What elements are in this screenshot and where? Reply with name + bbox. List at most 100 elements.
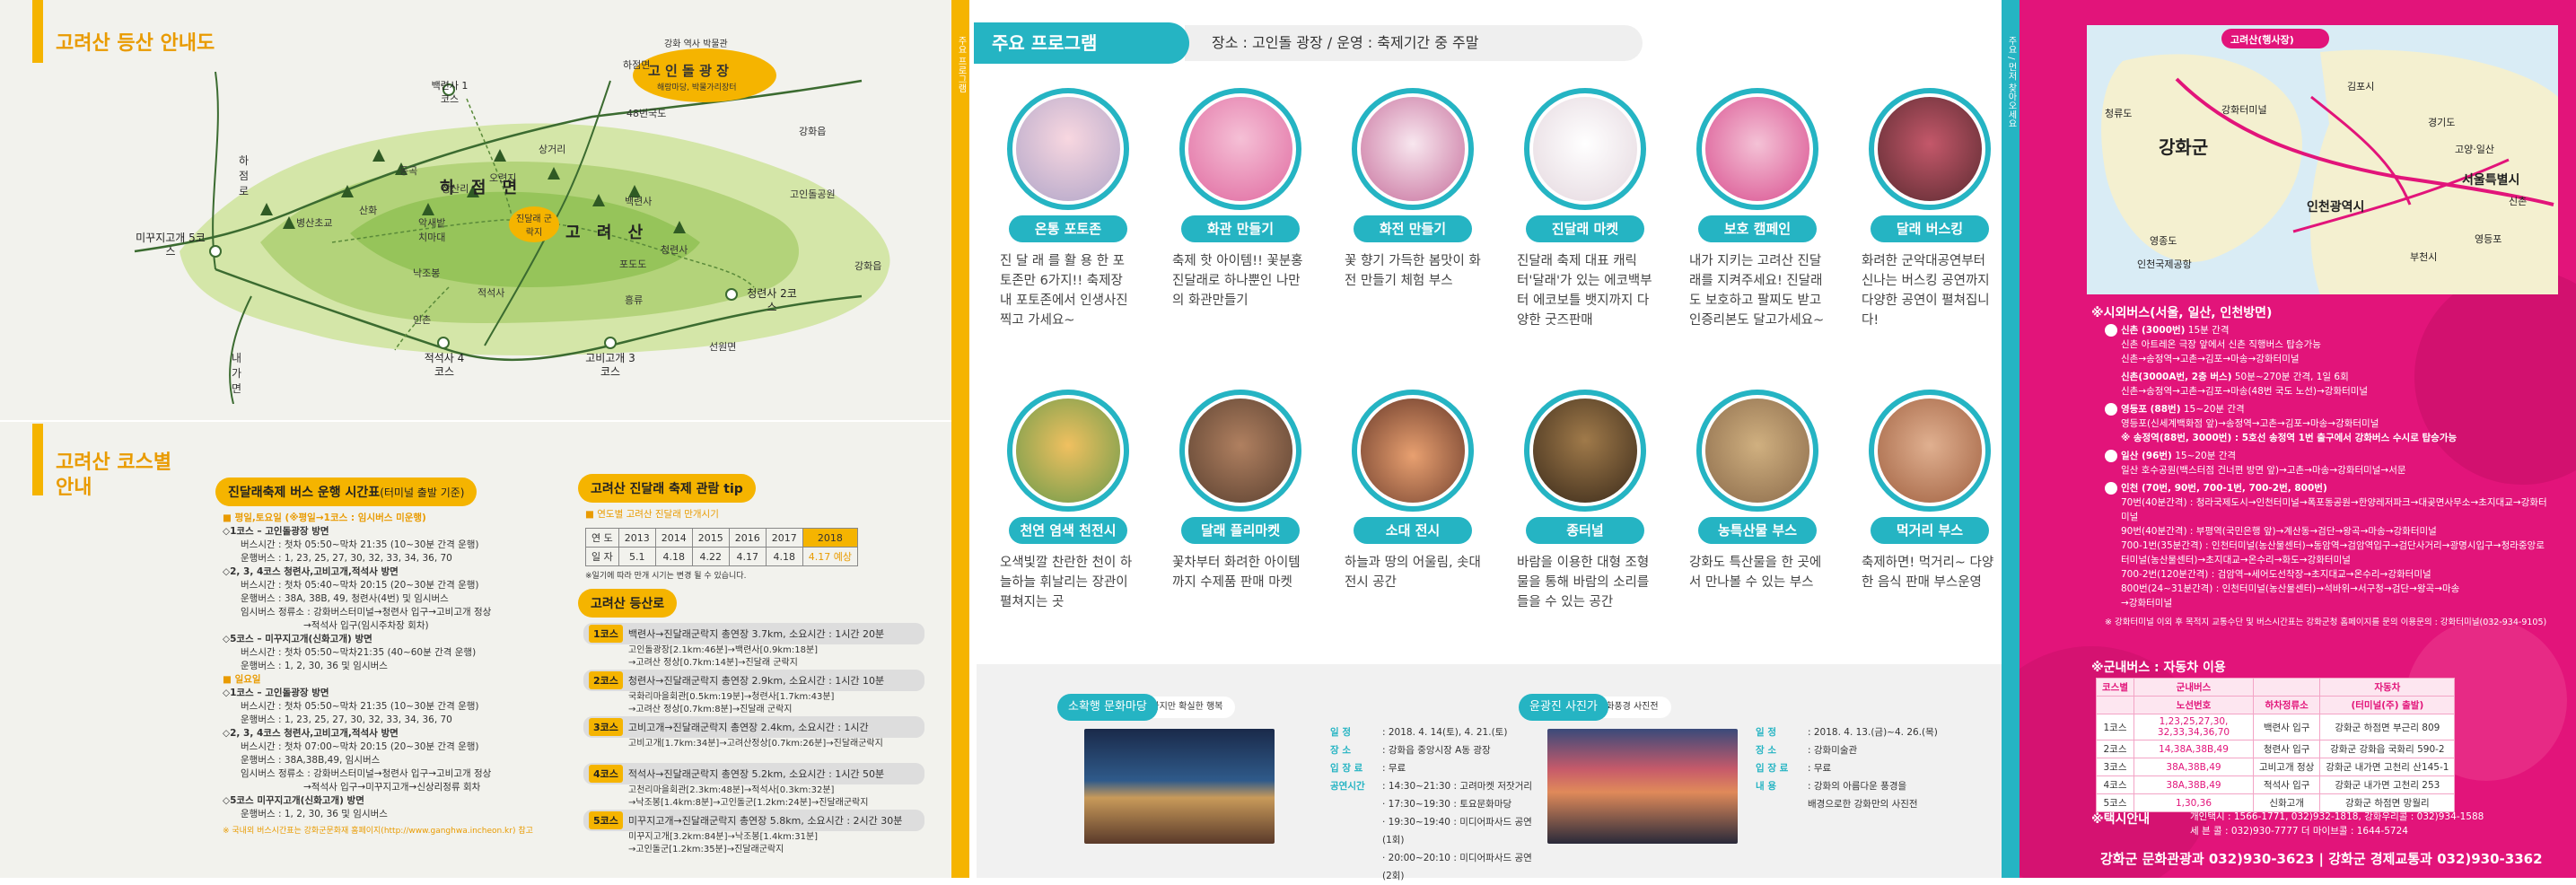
tip-header-row: 연 도 2013 2014 2015 2016 2017 2018 [585,528,858,548]
bus-sunday: ■ 일요일 [223,674,261,685]
program-photo-fill [1016,399,1120,503]
program-photo-fill [1016,97,1120,201]
bus-table-cell: 1,23,25,27,30, 32,33,34,36,70 [2133,714,2254,740]
map-gimpo: 김포시 [2347,81,2375,92]
program-desc: 바람을 이용한 대형 조형물을 통해 바람의 소리를 들을 수 있는 공간 [1517,556,1650,609]
map-goyang: 고양·일산 [2455,144,2494,155]
map-donggok: 동곡 [399,165,418,177]
course-title-l2: 안내 [56,477,92,499]
map-cheongryu: 청류도 [2105,108,2133,119]
program-item: 화관 만들기 축제 핫 아이템!! 꽃분홍 진달래로 하나뿐인 나만의 화관만들기 [1169,88,1312,311]
bus-title-main: 진달래축제 버스 운행 시간표 [228,486,381,500]
bus-s234-l2: 운행버스 : 38A,38B,49, 임시버스 [241,755,381,766]
hike-course-summary: 미꾸지고개→진달래군락지 총연장 5.8km, 소요시간 : 2시간 30분 [627,815,903,827]
b2-l1: 신촌→송정역→고촌→김포→마송(48번 국도 노선)→강화터미널 [2121,386,2369,397]
event1-pill: 소확행 문화마당 [1057,694,1158,721]
map-yeongdeungpo: 영등포 [2475,233,2502,245]
program-desc: 내가 지키는 고려산 진달래를 지켜주세요! 진달래도 보호하고 팔찌도 받고 … [1689,254,1825,328]
event1-info: 일 정: 2018. 4. 14(토), 4. 21.(토) 장 소: 강화읍 … [1330,723,1537,885]
hike-course: 2코스 청련사→진달래군락지 총연장 2.9km, 소요시간 : 1시간 10분 국… [583,670,924,716]
map-pojangdo: 포도도 [619,258,647,270]
program-photo-fill [1878,399,1982,503]
program-label: 보호 캠페인 [1698,215,1817,242]
tip-value-cell: 4.22 [691,547,730,566]
program-photo-fill [1361,97,1465,201]
event1-k4: 공연시간 [1330,781,1365,792]
map-goinmool: 고인돌공원 [790,188,836,200]
b1-head: 신촌 (3000번) [2121,325,2186,336]
program-desc: 진 달 래 를 활 용 한 포토존만 6가지!! 축제장 내 포토존에서 인생사… [1000,254,1128,328]
bus-s5-l1: 운행버스 : 1, 2, 30, 36 및 임시버스 [241,809,388,819]
city-bus-title: ※시외버스(서울, 일산, 인천방면) [2091,306,2273,320]
bus-table-cell: 강화군 강화읍 국화리 590-2 [2319,740,2456,758]
bus-table-cell: 강화군 하점면 부근리 809 [2319,714,2456,740]
map-heungnyu: 흥류 [625,294,644,306]
hike-course-idx: 1코스 [589,625,623,643]
map-inchon: 인촌 [413,314,432,326]
map-nakjo: 낙조봉 [413,267,441,279]
program-label: 천연 염색 천전시 [1009,517,1127,544]
b-note: ※ 강화터미널 이외 후 목적지 교통수단 및 버스시간표는 강화군청 홈페이지… [2105,618,2547,627]
bus-c234-l3: 임시버스 정류소 : 강화버스터미널→청련사 입구→고비고개 정상 [241,607,492,618]
taxi-l2: 세 븐 콜 : 032)930-7777 더 마이브콜 : 1644-5724 [2190,826,2408,837]
event1-v2: : 강화읍 중앙시장 A동 광장 [1382,745,1491,756]
bus-c234-l4: →적석사 입구(임시주차장 회차) [303,620,429,631]
table-row: 1코스 1,23,25,27,30, 32,33,34,36,70 백련사 입구 강화… [2096,714,2456,740]
bus-table-subhead-cell: 노선번호 [2133,696,2254,714]
bus-table-cell: 2코스 [2096,740,2134,758]
bus-c5-title: ◇5코스 – 미꾸지고개(신화고개) 방면 [223,634,372,644]
event1-v3: : 무료 [1382,763,1406,774]
b3-l2: ※ 송정역(88번, 3000번) : 5호선 송정역 1번 출구에서 강화버스… [2121,433,2458,443]
event2-info: 일 정: 2018. 4. 13.(금)~4. 26.(목) 장 소: 강화미술… [1756,723,1971,813]
tip-header-cell: 2013 [618,528,656,548]
hike-course-d2: →고려산 정상[0.7km:8분]→진달래 군락지 [628,705,793,714]
bus-table-subhead-cell: 하차정류소 [2252,696,2321,714]
map-jeokseoksa2: 적석사 [478,287,505,299]
tip-title: 고려산 진달래 축제 관람 tip [578,474,756,503]
map-hajeomro: 하점로 [239,154,250,197]
map-terminal: 강화터미널 [2221,104,2267,116]
program-photo [1524,390,1646,512]
program-label: 화관 만들기 [1181,215,1300,242]
bus-s234-l4: →적석사 입구→미꾸지고개→신상리정류 회차 [303,782,481,793]
course2-label: 청련사 2코스 [747,287,797,313]
bus-c234-l1: 버스시간 : 첫차 05:40~막차 20:15 (20~30분 간격 운행) [241,580,479,591]
b1-head-tail: 15분 간격 [2185,325,2230,336]
hike-course-idx: 4코스 [589,765,623,783]
table-row: 4코스 38A,38B,49 적석사 입구 강화군 내가면 고천리 253 [2096,775,2456,794]
event2-pill: 윤광진 사진가 [1519,694,1608,721]
tip-table: 연 도 2013 2014 2015 2016 2017 2018 일 자 5.1 4.18 4.… [585,528,858,566]
program-item: 종터널 바람을 이용한 대형 조형물을 통해 바람의 소리를 들을 수 있는 공간 [1513,390,1657,612]
map-ganghwa2: 강화읍 [854,260,882,272]
bus-table-head-cell: 자동차 [2319,678,2456,697]
table-row: 2코스 14,38A,38B,49 청련사 입구 강화군 강화읍 국화리 590-2 [2096,740,2456,758]
bus-s234-l1: 버스시간 : 첫차 07:00~막차 20:15 (20~30분 간격 운행) [241,741,479,752]
program-photo [1696,390,1818,512]
bus-table-cell: 백련사 입구 [2252,714,2321,740]
program-label: 온통 포토존 [1009,215,1127,242]
taxi-title: ※택시안내 [2091,812,2151,827]
b5-l7: →강화터미널 [2121,598,2173,609]
hike-course-head: 3코스 고비고개→진달래군락지 총연장 2.4km, 소요시간 : 1시간 [583,716,924,738]
bus-s1-title: ◇1코스 – 고인돌광장 방면 [223,688,329,698]
map-hoejeongsa: 하점면 [623,59,651,71]
hike-course-summary: 청련사→진달래군락지 총연장 2.9km, 소요시간 : 1시간 10분 [627,675,885,687]
map-sanhwa: 산화 [359,205,378,216]
map-sinchon: 신촌 [2509,196,2528,207]
b2-head: 신촌(3000A번, 2층 버스) [2121,372,2232,382]
program-photo-fill [1705,399,1809,503]
section-accent-bar [32,0,43,63]
bus-table-cell: 38A,38B,49 [2133,758,2254,776]
hike-course-d2: →고려산 정상[0.7km:14분]→진달래 군락지 [628,658,798,668]
program-photo [1007,88,1129,210]
hike-course-d1: 고인돌광장[2.1km:46분]→백련사[0.9km:18분] [628,645,819,655]
program-desc: 강화도 특산물을 한 곳에서 만나볼 수 있는 부스 [1689,556,1822,590]
bus-c1-l1: 버스시간 : 첫차 05:50~막차 21:35 (10~30분 간격 운행) [241,539,479,550]
tip-header-cell: 2014 [654,528,693,548]
program-item: 먹거리 부스 축제하면! 먹거리~ 다양한 음식 판매 부스운영 [1858,390,2002,592]
course3-label: 고비고개 3코스 [585,352,635,378]
map-naega: 내가면 [232,352,242,395]
program-sub: 장소 : 고인돌 광장 / 운영 : 축제기간 중 주말 [1185,25,1643,61]
b4-l1: 일산 호수공원(백스터점 건너편 방면 앞)→고촌→마송→강화터미널→서문 [2121,465,2406,476]
tip-value-cell: 일 자 [585,547,619,566]
